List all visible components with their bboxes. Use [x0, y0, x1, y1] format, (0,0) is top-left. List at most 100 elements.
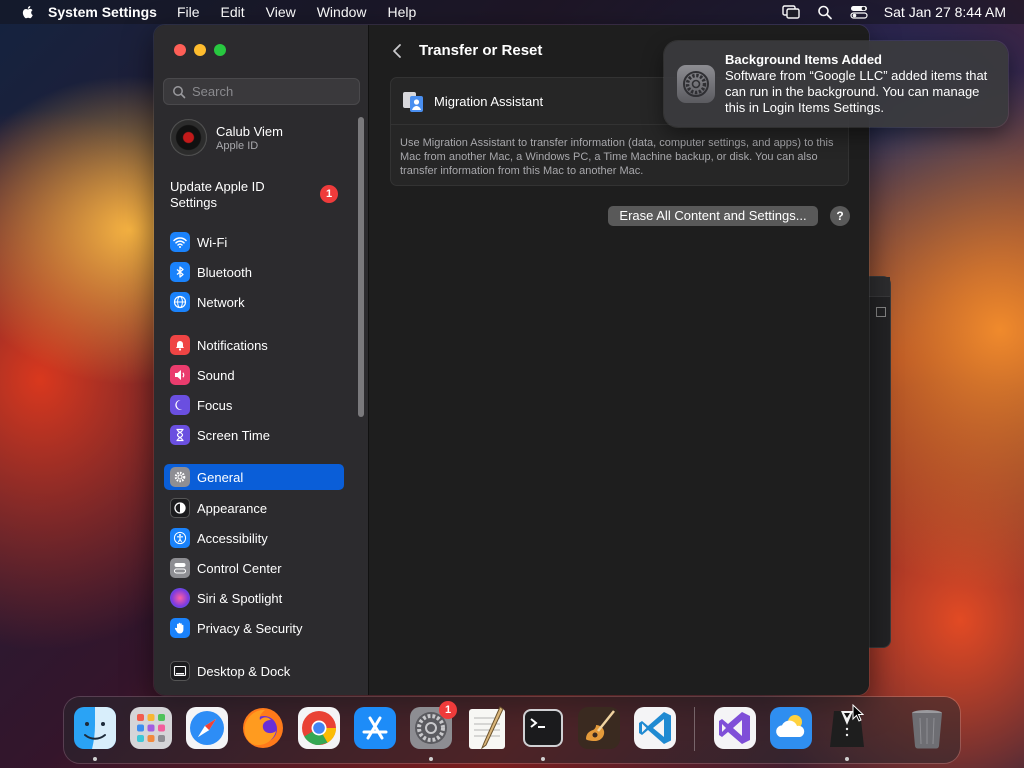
dock-weather[interactable] [768, 705, 814, 751]
running-indicator [845, 757, 849, 761]
menu-file[interactable]: File [177, 4, 200, 20]
sidebar-item-label: Sound [197, 367, 235, 383]
sidebar-item-siri-spotlight[interactable]: Siri & Spotlight [164, 585, 344, 611]
page-title: Transfer or Reset [419, 42, 543, 59]
zoom-window-button[interactable] [214, 44, 226, 56]
sidebar-item-general[interactable]: General [164, 464, 344, 490]
control-center-icon [170, 558, 190, 578]
visual-studio-icon [714, 707, 756, 749]
profile-name: Calub Viem [216, 124, 283, 139]
sidebar-item-privacy-security[interactable]: Privacy & Security [164, 615, 344, 641]
app-menu-system-settings[interactable]: System Settings [48, 4, 157, 20]
sidebar-item-label: Siri & Spotlight [197, 590, 283, 606]
dock-garageband[interactable] [576, 705, 622, 751]
running-indicator [541, 757, 545, 761]
finder-icon [74, 707, 116, 749]
dock-safari[interactable] [184, 705, 230, 751]
accessibility-icon [170, 528, 190, 548]
minimize-window-button[interactable] [194, 44, 206, 56]
gear-icon [170, 467, 190, 487]
avatar [170, 119, 207, 156]
dock: 1 [64, 697, 960, 763]
bluetooth-icon [170, 262, 190, 282]
screen-mirroring-icon[interactable] [782, 4, 800, 20]
dock-app-store[interactable] [352, 705, 398, 751]
textedit-icon [469, 706, 505, 750]
sidebar-item-bluetooth[interactable]: Bluetooth [164, 259, 344, 285]
update-apple-id-label: Update Apple ID Settings [170, 179, 265, 210]
apple-id-profile[interactable]: Calub Viem Apple ID [170, 119, 350, 159]
sidebar-item-notifications[interactable]: Notifications [164, 332, 344, 358]
menu-edit[interactable]: Edit [221, 4, 245, 20]
update-badge: 1 [320, 185, 338, 203]
update-apple-id-settings[interactable]: Update Apple ID Settings 1 [170, 179, 350, 213]
appearance-icon [170, 498, 190, 518]
dock-trash[interactable] [904, 705, 950, 751]
sidebar-item-network[interactable]: Network [164, 289, 344, 315]
background-window[interactable] [868, 276, 891, 648]
launchpad-icon [130, 707, 172, 749]
dock-firefox[interactable] [240, 705, 286, 751]
menu-help[interactable]: Help [388, 4, 417, 20]
chrome-icon [298, 707, 340, 749]
sidebar-item-label: Bluetooth [197, 264, 252, 280]
notification-title: Background Items Added [725, 52, 882, 67]
sidebar-item-label: Focus [197, 397, 233, 413]
hand-icon [170, 618, 190, 638]
trash-icon [912, 710, 942, 749]
dock-system-settings[interactable]: 1 [408, 701, 457, 751]
menu-bar-clock[interactable]: Sat Jan 27 8:44 AM [884, 4, 1006, 20]
sidebar-scrollbar[interactable] [358, 117, 364, 417]
mouse-cursor-icon [852, 704, 864, 722]
terminal-icon [523, 709, 563, 747]
migration-assistant-description: Use Migration Assistant to transfer info… [400, 137, 834, 177]
app-store-icon [354, 707, 396, 749]
close-window-button[interactable] [174, 44, 186, 56]
background-window-toolbar [868, 277, 890, 297]
dock-finder[interactable] [72, 705, 118, 751]
sidebar-item-screen-time[interactable]: Screen Time [164, 422, 344, 448]
menu-window[interactable]: Window [317, 4, 367, 20]
apple-menu-icon[interactable] [20, 4, 36, 20]
running-indicator [429, 757, 433, 761]
garageband-icon [578, 707, 620, 749]
sidebar-item-appearance[interactable]: Appearance [164, 495, 344, 521]
profile-subtitle: Apple ID [216, 140, 259, 152]
system-settings-badge: 1 [439, 701, 457, 719]
wifi-icon [170, 232, 190, 252]
search-input[interactable] [192, 84, 352, 99]
sidebar-toggle-icon [876, 307, 886, 317]
sidebar-item-focus[interactable]: Focus [164, 392, 344, 418]
menu-bar: System Settings File Edit View Window He… [0, 0, 1024, 24]
dock-chrome[interactable] [296, 705, 342, 751]
dock-launchpad[interactable] [128, 705, 174, 751]
help-button[interactable]: ? [830, 206, 850, 226]
dock-visual-studio[interactable] [712, 705, 758, 751]
back-chevron-icon[interactable] [390, 42, 404, 60]
control-center-menu-icon[interactable] [850, 4, 868, 20]
search-icon [173, 85, 186, 98]
sidebar-item-control-center[interactable]: Control Center [164, 555, 344, 581]
background-items-notification[interactable]: Background Items Added Software from “Go… [664, 41, 1008, 127]
erase-all-content-button[interactable]: Erase All Content and Settings... [608, 206, 818, 226]
sidebar: Calub Viem Apple ID Update Apple ID Sett… [154, 25, 369, 695]
sidebar-item-accessibility[interactable]: Accessibility [164, 525, 344, 551]
dock-textedit[interactable] [464, 705, 510, 751]
dock-vscode[interactable] [632, 705, 678, 751]
menu-view[interactable]: View [266, 4, 296, 20]
moon-icon [170, 395, 190, 415]
sidebar-item-label: Appearance [197, 500, 268, 516]
sidebar-item-sound[interactable]: Sound [164, 362, 344, 388]
search-field[interactable] [163, 78, 360, 105]
sidebar-item-wifi[interactable]: Wi-Fi [164, 229, 344, 255]
siri-icon [170, 588, 190, 608]
migration-assistant-button[interactable]: Migration Assistant [434, 94, 543, 109]
sidebar-item-desktop-dock[interactable]: Desktop & Dock [164, 658, 344, 684]
sidebar-item-label: Network [197, 294, 245, 310]
sidebar-item-label: Privacy & Security [197, 620, 303, 636]
spotlight-search-icon[interactable] [816, 4, 834, 20]
sidebar-item-label: Desktop & Dock [197, 663, 291, 679]
dock-terminal[interactable] [520, 705, 566, 751]
dock-icon [170, 661, 190, 681]
running-indicator [93, 757, 97, 761]
